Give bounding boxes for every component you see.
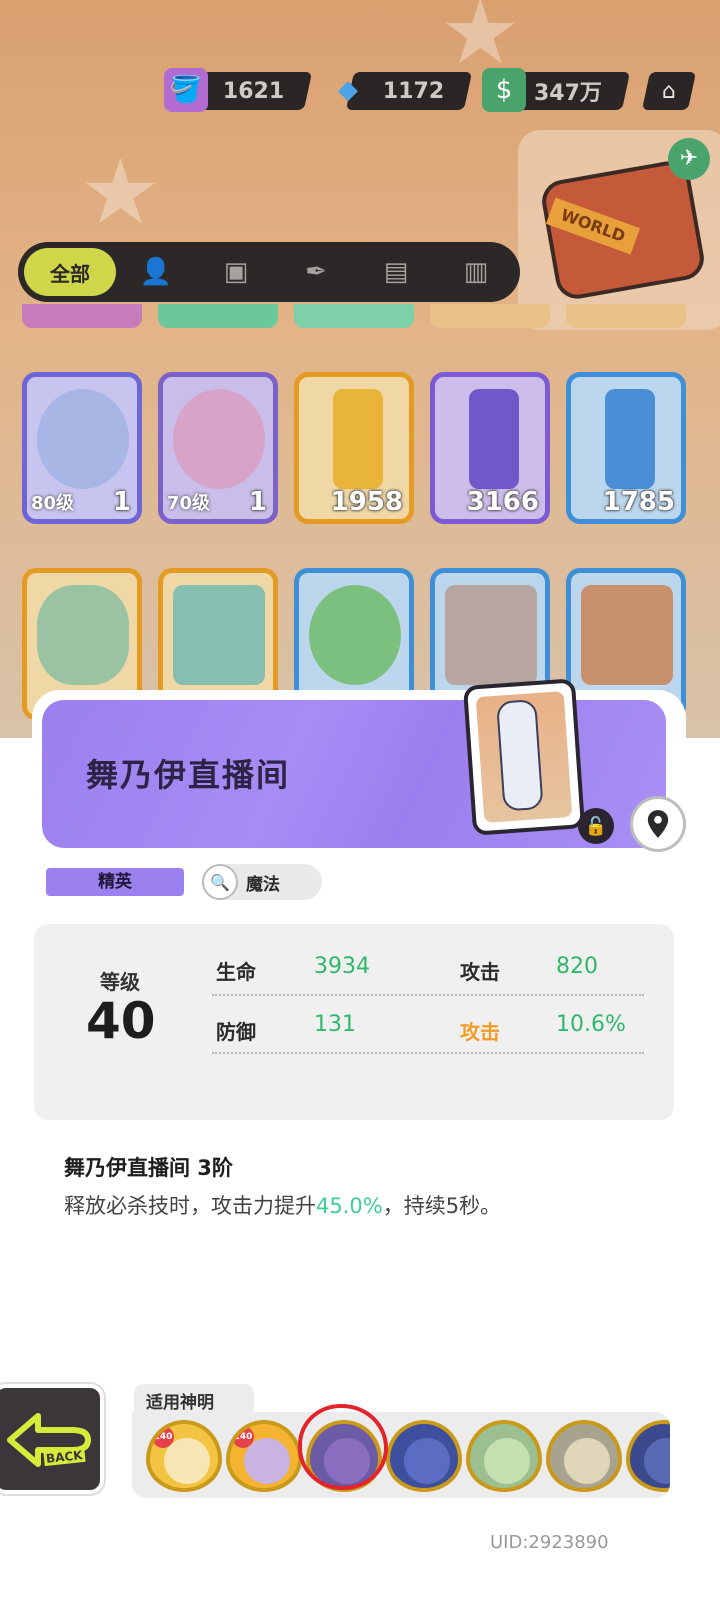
inventory-background: ★ ★ 1621 🪣 1172 ◆ 347万 $ ⌂ WORLD ✈ 全部 👤 … xyxy=(0,0,720,740)
jacket-icon xyxy=(37,389,129,489)
stat-def-value: 131 xyxy=(314,1012,356,1037)
paint-can-icon: 🪣 xyxy=(164,68,208,112)
applicable-gods-list: 140 140 xyxy=(132,1412,670,1498)
card-item-icon xyxy=(581,585,673,685)
card-icon[interactable]: ▤ xyxy=(356,257,436,287)
stat-hp-value: 3934 xyxy=(314,954,370,979)
skill-description: 释放必杀技时，攻击力提升45.0%，持续5秒。 xyxy=(64,1190,501,1220)
card-item-icon xyxy=(445,585,537,685)
diamond-icon: ◆ xyxy=(338,75,358,105)
item-count: 3166 xyxy=(466,487,539,517)
flower-pot-icon xyxy=(309,585,401,685)
item-count: 1 xyxy=(248,487,267,517)
box-icon[interactable]: ▣ xyxy=(196,257,276,287)
stat-def-label: 防御 xyxy=(216,1020,256,1044)
item-slot[interactable]: 70级 1 xyxy=(158,372,278,524)
tab-all[interactable]: 全部 xyxy=(24,248,116,296)
currency-diamond-value: 1172 xyxy=(382,78,444,104)
item-count: 1785 xyxy=(602,487,675,517)
god-avatar[interactable] xyxy=(466,1420,542,1492)
divider xyxy=(212,994,644,996)
item-level: 80级 xyxy=(31,493,75,514)
god-badge: 140 xyxy=(152,1426,174,1448)
book-icon[interactable]: ▥ xyxy=(436,257,516,287)
location-pin-icon xyxy=(647,810,669,838)
star-decoration-icon: ★ xyxy=(80,140,161,245)
divider xyxy=(212,1052,644,1054)
stat-atk-bonus-value: 10.6% xyxy=(556,1012,626,1037)
item-slot-partial[interactable] xyxy=(430,304,550,328)
skill-desc-highlight: 45.0% xyxy=(316,1194,383,1218)
blue-bottle-icon xyxy=(605,389,655,489)
item-slot-partial[interactable] xyxy=(22,304,142,328)
shop-icon: ⌂ xyxy=(662,78,676,104)
item-slot[interactable]: 1785 xyxy=(566,372,686,524)
card-artwork xyxy=(462,678,586,836)
unlock-icon[interactable]: 🔓 xyxy=(578,808,614,844)
yellow-bottle-icon xyxy=(333,389,383,489)
user-id: UID:2923890 xyxy=(490,1532,609,1553)
element-badge: 🔍 魔法 xyxy=(202,864,322,900)
item-slot[interactable]: 80级 1 xyxy=(22,372,142,524)
category-tabs: 全部 👤 ▣ ✒ ▤ ▥ xyxy=(18,242,520,302)
paint-bucket-icon xyxy=(37,585,129,685)
item-count: 1958 xyxy=(330,487,403,517)
shop-button[interactable]: ⌂ xyxy=(641,72,697,110)
god-badge: 140 xyxy=(232,1426,254,1448)
rarity-badge: 精英 xyxy=(46,868,184,896)
skill-title: 舞乃伊直播间 3阶 xyxy=(64,1156,233,1180)
stat-atk-bonus-label: 攻击 xyxy=(460,1020,500,1044)
stat-atk-value: 820 xyxy=(556,954,598,979)
applicable-gods-label: 适用神明 xyxy=(134,1384,254,1414)
stat-hp-label: 生命 xyxy=(216,960,256,984)
element-label: 魔法 xyxy=(246,874,280,895)
pen-icon[interactable]: ✒ xyxy=(276,257,356,287)
cash-icon: $ xyxy=(482,68,526,112)
avatar xyxy=(564,1438,610,1484)
paint-box-icon xyxy=(173,585,265,685)
red-circle-annotation xyxy=(298,1404,388,1490)
item-count: 1 xyxy=(112,487,131,517)
level-label: 等级 xyxy=(100,970,140,994)
item-slot[interactable]: 3166 xyxy=(430,372,550,524)
person-icon[interactable]: 👤 xyxy=(116,257,196,287)
item-slot[interactable]: 1958 xyxy=(294,372,414,524)
skill-desc-text: ，持续5秒。 xyxy=(382,1194,502,1218)
avatar xyxy=(644,1438,670,1484)
location-button[interactable] xyxy=(630,796,686,852)
god-avatar[interactable]: 140 xyxy=(146,1420,222,1492)
currency-cash-value: 347万 xyxy=(534,81,602,106)
level-value: 40 xyxy=(86,992,156,1050)
item-level: 70级 xyxy=(167,493,211,514)
avatar xyxy=(164,1438,210,1484)
page-title: 舞乃伊直播间 xyxy=(86,756,291,794)
item-slot-partial[interactable] xyxy=(158,304,278,328)
currency-paint-value: 1621 xyxy=(222,78,284,104)
god-avatar[interactable] xyxy=(626,1420,670,1492)
mummy-figure-icon xyxy=(496,699,544,812)
avatar xyxy=(484,1438,530,1484)
purple-bottle-icon xyxy=(469,389,519,489)
world-bag-button[interactable]: WORLD ✈ xyxy=(518,130,720,330)
crossbow-icon xyxy=(173,389,265,489)
avatar xyxy=(404,1438,450,1484)
god-avatar[interactable]: 140 xyxy=(226,1420,302,1492)
item-slot-partial[interactable] xyxy=(566,304,686,328)
stat-atk-label: 攻击 xyxy=(460,960,500,984)
god-avatar[interactable] xyxy=(546,1420,622,1492)
avatar xyxy=(244,1438,290,1484)
god-avatar[interactable] xyxy=(386,1420,462,1492)
magnifier-icon: 🔍 xyxy=(202,864,238,900)
skill-desc-text: 释放必杀技时，攻击力提升 xyxy=(64,1194,316,1218)
airplane-icon: ✈ xyxy=(668,138,710,180)
item-slot-partial[interactable] xyxy=(294,304,414,328)
back-button[interactable]: BACK xyxy=(0,1384,104,1494)
